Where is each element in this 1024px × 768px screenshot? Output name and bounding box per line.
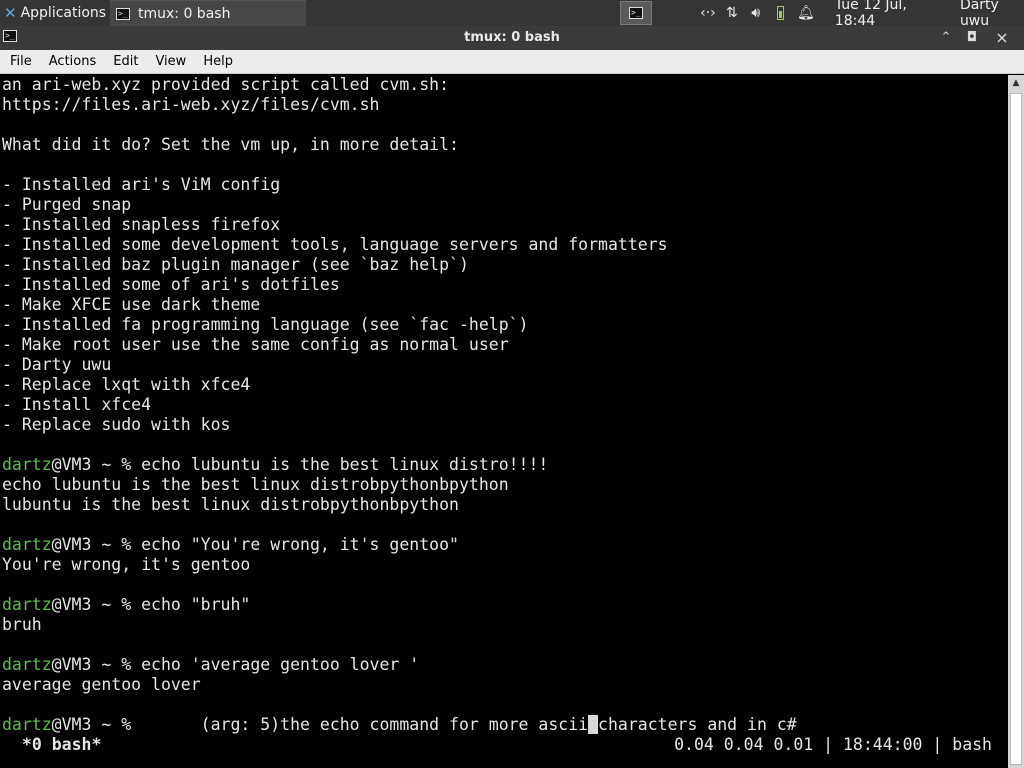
terminal-line: - Installed fa programming language (see… [2,315,529,334]
menu-actions[interactable]: Actions [39,54,104,69]
prompt-command-after-cursor: characters and in c# [598,715,797,734]
terminal-line: - Darty uwu [2,355,112,374]
window-titlebar[interactable]: >_ tmux: 0 bash ⌃ ◘ × [0,26,1024,50]
applications-menu-button[interactable]: ✕ Applications [0,0,108,26]
close-button[interactable]: × [992,28,1012,48]
terminal-line: You're wrong, it's gentoo [2,555,251,574]
top-panel: ✕ Applications >_ tmux: 0 bash >_ ‹·› ⇅ … [0,0,1024,29]
terminal-line: - Install xfce4 [2,395,152,414]
terminal-line: https://files.ari-web.xyz/files/cvm.sh [2,95,380,114]
terminal-output[interactable]: an ari-web.xyz provided script called cv… [0,75,1008,768]
prompt-command: @VM3 ~ % echo "bruh" [51,595,251,614]
terminal-line: - Installed snapless firefox [2,215,281,234]
prompt-line: dartz@VM3 ~ % echo "bruh" [2,595,250,615]
system-tray: ‹·› ⇅ 🔊︎ 🔔︎ Tue 12 Jul, 18:44 Darty uwu [700,0,1024,29]
tmux-status-info: 0.04 0.04 0.01 | 18:44:00 | bash [674,735,992,754]
terminal-line: average gentoo lover [2,675,201,694]
taskbar-item-label: tmux: 0 bash [138,5,231,22]
prompt-line: dartz@VM3 ~ % (arg: 5)the echo command f… [2,715,797,735]
prompt-command: @VM3 ~ % echo "You're wrong, it's gentoo… [51,535,459,554]
scrollbar[interactable]: ▲ [1008,75,1024,768]
terminal-line: - Installed ari's ViM config [2,175,281,194]
terminal-line: - Installed some of ari's dotfiles [2,275,340,294]
menu-view[interactable]: View [145,54,193,69]
tmux-window-list: *0 bash* [12,735,102,754]
battery-icon[interactable] [776,6,785,20]
menu-file[interactable]: File [0,54,39,69]
prompt-command: @VM3 ~ % echo 'average gentoo lover ' [51,655,420,674]
scroll-up-arrow-icon[interactable]: ▲ [1008,75,1024,91]
terminal-line: - Installed some development tools, lang… [2,235,668,254]
prompt-command: @VM3 ~ % echo lubuntu is the best linux … [51,455,549,474]
clock[interactable]: Tue 12 Jul, 18:44 [835,0,938,29]
notification-bell-icon[interactable]: 🔔︎ [797,5,815,21]
terminal-line: bruh [2,615,42,634]
volume-icon[interactable]: 🔊︎ [748,5,764,21]
terminal-icon: >_ [116,7,130,20]
menu-bar: File Actions Edit View Help [0,50,1024,74]
transfer-icon[interactable]: ⇅ [724,5,740,21]
terminal-line: - Purged snap [2,195,132,214]
terminal-line: What did it do? Set the vm up, in more d… [2,135,459,154]
text-cursor [588,715,599,734]
user-menu[interactable]: Darty uwu [960,0,1024,29]
terminal-line: echo lubuntu is the best linux distrobpy… [2,475,509,494]
menu-help[interactable]: Help [193,54,240,69]
taskbar-item-tmux[interactable]: >_ tmux: 0 bash [110,0,306,26]
minimize-button[interactable]: ⌃ [936,28,956,48]
terminal-line: an ari-web.xyz provided script called cv… [2,75,450,94]
terminal-line: - Make root user use the same config as … [2,335,509,354]
applications-label: Applications [20,5,107,21]
prompt-line: dartz@VM3 ~ % echo "You're wrong, it's g… [2,535,459,555]
window-title: tmux: 0 bash [464,30,560,45]
terminal-line: - Make XFCE use dark theme [2,295,261,314]
terminal-line: lubuntu is the best linux distrobpythonb… [2,495,459,514]
prompt-line: dartz@VM3 ~ % echo 'average gentoo lover… [2,655,419,675]
prompt-username: dartz [2,595,52,614]
terminal-icon: >_ [629,7,643,19]
prompt-line: dartz@VM3 ~ % echo lubuntu is the best l… [2,455,548,475]
prompt-username: dartz [2,535,52,554]
maximize-button[interactable]: ◘ [962,28,982,48]
prompt-command: @VM3 ~ % (arg: 5)the echo command for mo… [51,715,589,734]
network-arrows-icon[interactable]: ‹·› [700,5,716,21]
menu-edit[interactable]: Edit [103,54,145,69]
terminal-line: - Replace sudo with kos [2,415,231,434]
terminal-line: - Installed baz plugin manager (see `baz… [2,255,469,274]
prompt-username: dartz [2,455,52,474]
prompt-username: dartz [2,655,52,674]
workspace-switcher[interactable]: >_ [620,1,652,25]
scrollbar-thumb[interactable] [1010,93,1022,765]
terminal-line: - Replace lxqt with xfce4 [2,375,251,394]
xfce-logo-icon: ✕ [4,4,17,22]
prompt-username: dartz [2,715,52,734]
